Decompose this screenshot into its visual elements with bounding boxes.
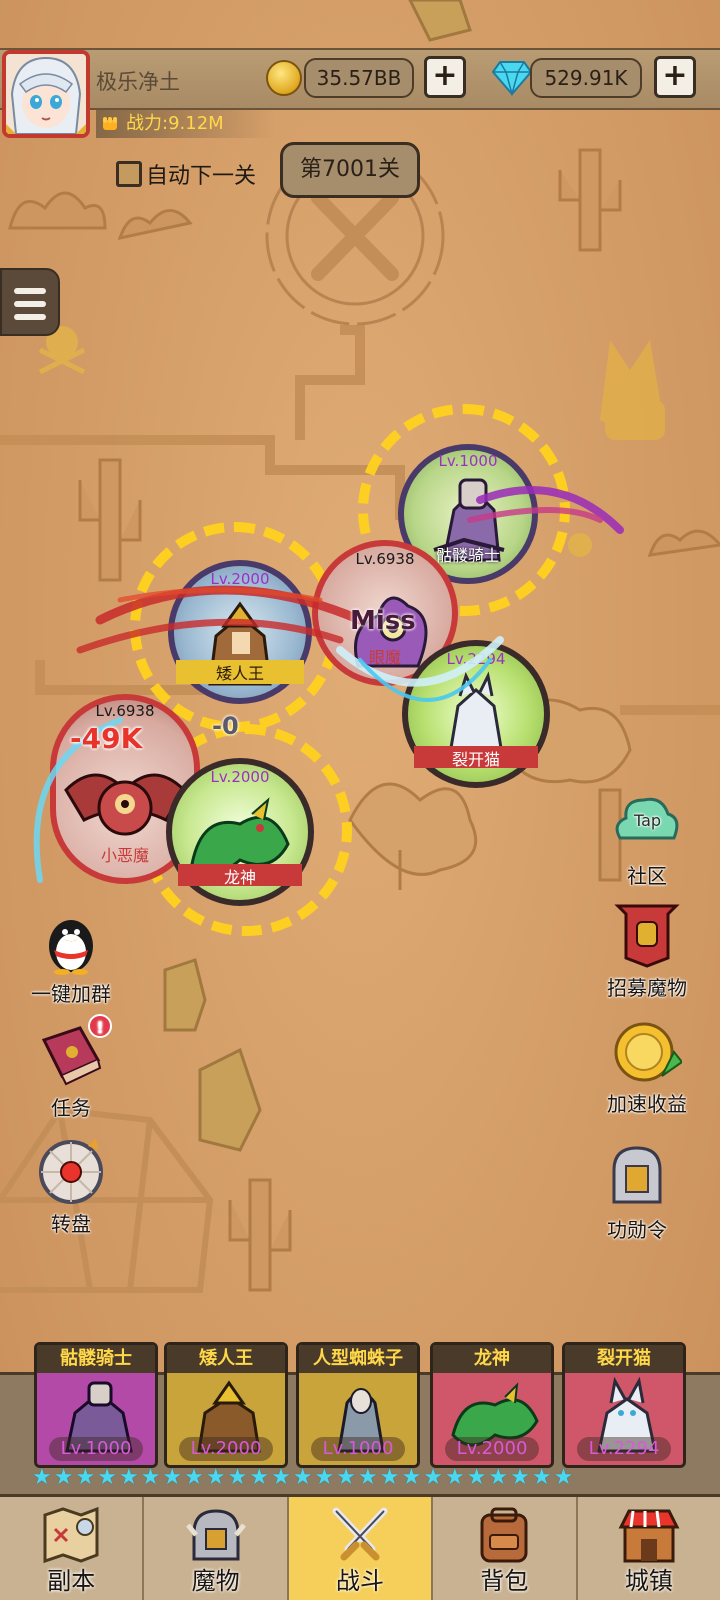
tasks-button[interactable]: ! 任务	[16, 1014, 126, 1121]
game-stage: 极乐净土 战力:9.12M 35.57BB + 529.91K + 自动下一关 …	[0, 0, 720, 1600]
auto-next-checkbox[interactable]	[116, 161, 142, 187]
roster-card-level: Lv.2000	[445, 1437, 539, 1461]
gem-amount: 529.91K	[530, 58, 642, 98]
tab-label: 魔物	[191, 1567, 240, 1595]
tab-label: 城镇	[624, 1567, 673, 1595]
roster-card-name: 骷髅骑士	[37, 1345, 155, 1373]
avatar-portrait-icon	[6, 54, 86, 134]
unit-name: 矮人王	[176, 660, 304, 684]
roster-stars: ★ ★ ★ ★ ★ ★ ★ ★ ★ ★ ★ ★ ★ ★ ★ ★ ★ ★ ★ ★ ★ ★ ★ ★ ★	[32, 1465, 574, 1490]
roster-card-level: Lv.1000	[49, 1437, 143, 1461]
unit-level: Lv.1000	[438, 452, 498, 470]
stage-level-button[interactable]: 第7001关	[280, 142, 420, 198]
backpack-icon	[480, 1507, 528, 1563]
damage-text: -49K	[70, 722, 143, 755]
gold-amount: 35.57BB	[304, 58, 414, 98]
unit-level: Lv.6938	[355, 550, 415, 568]
tab-dungeon[interactable]: 副本	[0, 1497, 145, 1600]
player-avatar[interactable]	[2, 50, 90, 138]
knight-helmet-icon	[602, 1142, 672, 1212]
map-icon	[43, 1506, 99, 1564]
tasks-alert-badge: !	[88, 1014, 112, 1038]
unit-level: Lv.2000	[210, 570, 270, 588]
merit-label: 功勋令	[607, 1218, 667, 1242]
tab-town[interactable]: 城镇	[578, 1497, 720, 1600]
roster-card-dwarf-king[interactable]: 矮人王 Lv.2000	[164, 1342, 288, 1468]
add-gold-button[interactable]: +	[424, 56, 466, 98]
unit-level: Lv.2000	[210, 768, 270, 786]
spin-wheel-icon	[36, 1136, 106, 1206]
player-name: 极乐净土	[96, 70, 180, 94]
roster-card-split-cat[interactable]: 裂开猫 Lv.2294	[562, 1342, 686, 1468]
join-group-label: 一键加群	[31, 982, 111, 1006]
tab-label: 副本	[47, 1567, 96, 1595]
unit-name: 裂开猫	[414, 746, 538, 769]
roster-card-level: Lv.2000	[179, 1437, 273, 1461]
community-label: 社区	[627, 864, 667, 888]
community-tag: Tap	[633, 811, 661, 830]
roster-card-level: Lv.2294	[577, 1437, 671, 1461]
battle-unit-dwarf-king[interactable]: Lv.2000 矮人王	[168, 560, 312, 704]
battle-unit-dragon-god[interactable]: Lv.2000 龙神	[166, 758, 314, 906]
roster-card-spider-humanoid[interactable]: 人型蜘蛛子 Lv.1000	[296, 1342, 420, 1468]
merit-order-button[interactable]: 功勋令	[582, 1142, 692, 1243]
unit-level: Lv.2294	[446, 650, 506, 668]
roster-card-name: 人型蜘蛛子	[299, 1345, 417, 1373]
wheel-button[interactable]: 转盘	[16, 1136, 126, 1237]
roster-card-name: 矮人王	[167, 1345, 285, 1373]
tab-backpack[interactable]: 背包	[433, 1497, 578, 1600]
wheel-label: 转盘	[51, 1212, 91, 1236]
bottom-nav: 副本 魔物 战斗 背包 城镇	[0, 1494, 720, 1600]
roster-card-name: 裂开猫	[565, 1345, 683, 1373]
boost-income-button[interactable]: 加速收益	[592, 1016, 702, 1117]
power-fist-icon	[103, 117, 117, 130]
unit-level: Lv.6938	[95, 702, 155, 720]
shop-icon	[618, 1509, 680, 1563]
roster-card-skeleton-knight[interactable]: 骷髅骑士 Lv.1000	[34, 1342, 158, 1468]
menu-button[interactable]	[0, 268, 60, 336]
tasks-label: 任务	[51, 1096, 91, 1120]
helmet-icon	[185, 1509, 246, 1561]
auto-next-level-toggle[interactable]: 自动下一关	[116, 158, 256, 190]
recruit-label: 招募魔物	[607, 976, 687, 1000]
gold-coin-icon	[266, 60, 302, 96]
miss-text: Miss	[350, 606, 416, 636]
boost-label: 加速收益	[607, 1092, 687, 1116]
battle-unit-split-cat[interactable]: Lv.2294 裂开猫	[402, 640, 550, 788]
crossed-swords-icon	[332, 1507, 388, 1561]
coin-arrow-icon	[612, 1016, 684, 1086]
auto-next-label: 自动下一关	[146, 164, 257, 189]
diamond-icon	[492, 61, 532, 96]
recruit-monster-button[interactable]: 招募魔物	[592, 900, 702, 1001]
join-group-button[interactable]: 一键加群	[16, 906, 126, 1007]
unit-name: 龙神	[178, 864, 302, 887]
zero-damage-text: -0	[212, 712, 239, 740]
roster-card-name: 龙神	[433, 1345, 551, 1373]
penguin-icon	[36, 906, 106, 976]
tab-label: 背包	[480, 1567, 529, 1595]
roster-card-level: Lv.1000	[311, 1437, 405, 1461]
community-cloud-icon: Tap	[612, 788, 682, 858]
combat-power-value: 战力:9.12M	[126, 113, 224, 134]
combat-power: 战力:9.12M	[96, 110, 276, 138]
tab-label: 战斗	[336, 1567, 385, 1595]
quest-book-icon: !	[36, 1014, 112, 1090]
tab-monsters[interactable]: 魔物	[144, 1497, 289, 1600]
community-button[interactable]: Tap 社区	[592, 788, 702, 889]
add-gems-button[interactable]: +	[654, 56, 696, 98]
recruit-banner-icon	[612, 900, 682, 970]
tab-battle[interactable]: 战斗	[288, 1497, 434, 1600]
roster-card-dragon-god[interactable]: 龙神 Lv.2000	[430, 1342, 554, 1468]
